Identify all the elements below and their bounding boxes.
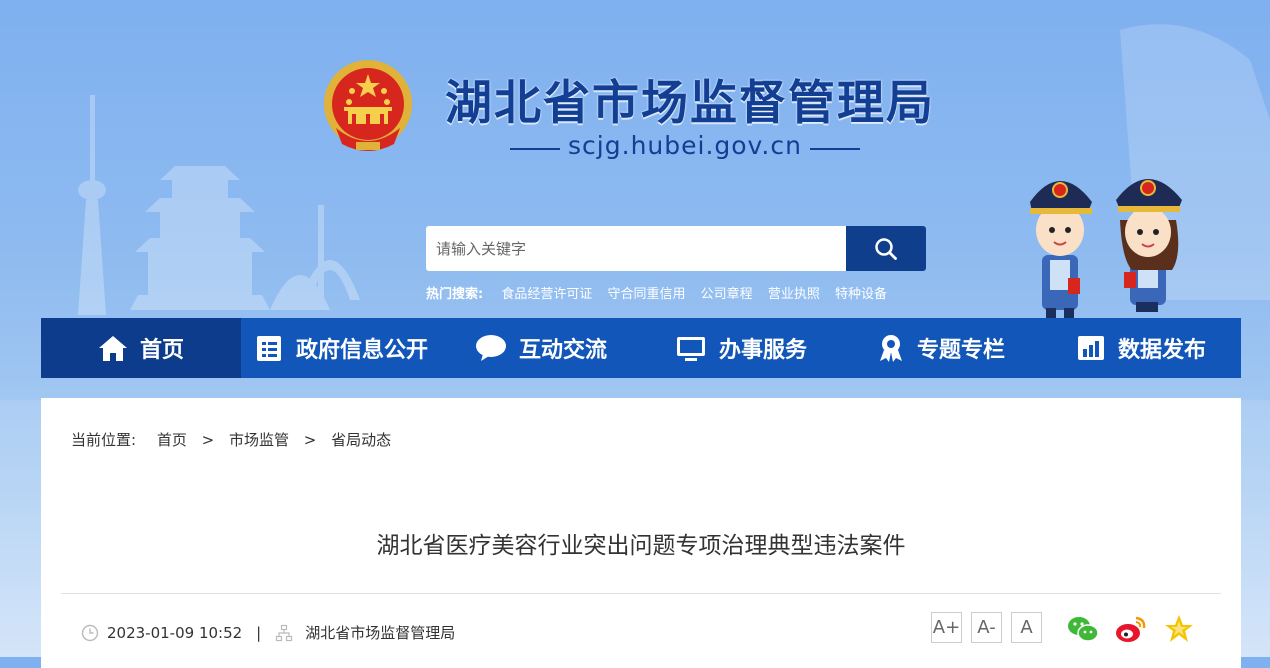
nav-item-gov-info[interactable]: 政府信息公开: [241, 318, 441, 378]
hot-search-term[interactable]: 食品经营许可证: [501, 287, 592, 302]
nav-item-topics[interactable]: 专题专栏: [841, 318, 1041, 378]
org-structure-icon: [276, 624, 293, 641]
hot-search-term[interactable]: 公司章程: [701, 287, 753, 302]
publish-date: 2023-01-09 10:52: [107, 623, 243, 642]
nav-item-services[interactable]: 办事服务: [641, 318, 841, 378]
home-icon: [98, 334, 128, 362]
font-increase-button[interactable]: A+: [931, 612, 962, 643]
site-domain: scjg.hubei.gov.cn: [510, 131, 860, 160]
nav-item-label: 专题专栏: [916, 338, 1005, 363]
share-bar: [1066, 612, 1210, 646]
meta-separator: |: [256, 623, 262, 642]
award-ribbon-icon: [877, 333, 905, 363]
hot-search-term[interactable]: 营业执照: [768, 287, 820, 302]
article-meta: 2023-01-09 10:52 | 湖北省市场监督管理局: [81, 622, 455, 643]
breadcrumb-label: 当前位置:: [71, 431, 137, 449]
nav-item-home[interactable]: 首页: [41, 318, 241, 378]
font-decrease-button[interactable]: A-: [971, 612, 1002, 643]
font-size-controls: A+ A- A: [931, 612, 1051, 643]
hot-search-label: 热门搜索:: [426, 287, 484, 302]
search-button[interactable]: [846, 226, 926, 271]
nav-item-label: 互动交流: [518, 338, 607, 363]
divider: [61, 593, 1221, 594]
nav-item-label: 办事服务: [718, 338, 807, 363]
article-source: 湖北省市场监督管理局: [305, 624, 456, 642]
clock-icon: [81, 624, 99, 641]
mascot-officers-illustration: [1030, 179, 1182, 320]
article-title: 湖北省医疗美容行业突出问题专项治理典型违法案件: [376, 533, 906, 559]
breadcrumb-link-news[interactable]: 省局动态: [331, 431, 391, 449]
document-list-icon: [254, 333, 284, 363]
hot-search-term[interactable]: 守合同重信用: [608, 287, 686, 302]
bar-chart-icon: [1076, 334, 1106, 362]
national-emblem: [324, 60, 412, 151]
hot-search: 热门搜索: 食品经营许可证 守合同重信用 公司章程 营业执照 特种设备: [426, 283, 898, 302]
nav-item-label: 首页: [139, 338, 184, 363]
breadcrumb: 当前位置: 首页 > 市场监管 > 省局动态: [71, 429, 391, 450]
search-input[interactable]: [426, 226, 846, 271]
weibo-icon[interactable]: [1114, 612, 1148, 646]
site-title: 湖北省市场监督管理局: [445, 76, 935, 131]
chat-bubble-icon: [475, 334, 507, 362]
hot-search-term[interactable]: 特种设备: [835, 287, 887, 302]
article-panel: 当前位置: 首页 > 市场监管 > 省局动态 湖北省医疗美容行业突出问题专项治理…: [41, 398, 1241, 668]
nav-item-label: 政府信息公开: [295, 338, 428, 363]
main-nav: 首页 政府信息公开 互动交流 办事服务 专题专栏 数据发布: [41, 318, 1241, 378]
breadcrumb-link-market[interactable]: 市场监管: [229, 431, 289, 449]
nav-item-data[interactable]: 数据发布: [1041, 318, 1241, 378]
breadcrumb-separator: >: [303, 431, 317, 449]
breadcrumb-separator: >: [201, 431, 215, 449]
font-reset-button[interactable]: A: [1011, 612, 1042, 643]
favorite-star-icon[interactable]: [1162, 612, 1196, 646]
breadcrumb-link-home[interactable]: 首页: [157, 431, 187, 449]
nav-item-label: 数据发布: [1117, 338, 1206, 363]
monitor-icon: [675, 334, 707, 362]
search-icon: [875, 237, 897, 260]
nav-item-interaction[interactable]: 互动交流: [441, 318, 641, 378]
wechat-icon[interactable]: [1066, 612, 1100, 646]
